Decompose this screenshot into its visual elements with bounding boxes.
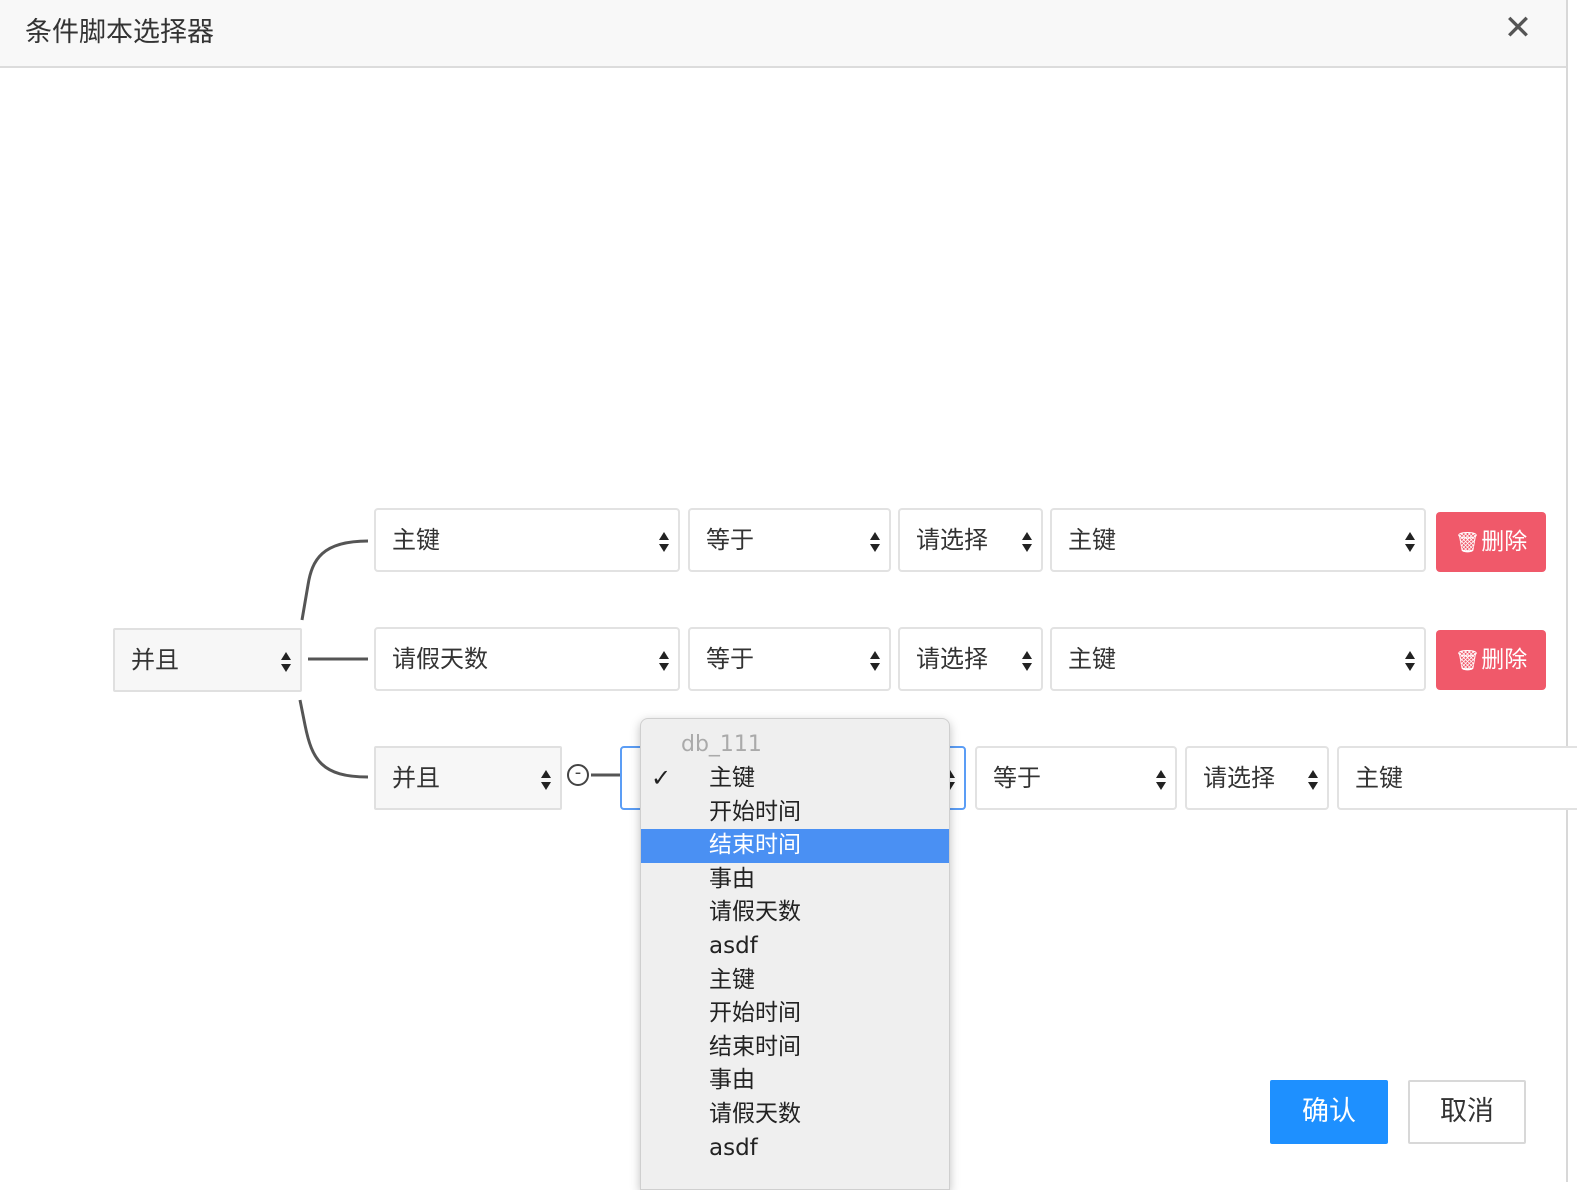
nested-operator-select[interactable]: 并且 — [374, 746, 562, 810]
nested-type-value: 请选择 — [1203, 764, 1275, 792]
nested-type-select[interactable]: 请选择 — [1185, 746, 1329, 810]
dropdown-option[interactable]: ✓ 主键 — [641, 762, 949, 796]
row2-op-value: 等于 — [706, 645, 754, 673]
dropdown-option-label: 事由 — [709, 1067, 755, 1094]
checkmark-icon: ✓ — [651, 764, 672, 792]
nested-operator-value: 并且 — [392, 764, 440, 792]
dropdown-option[interactable]: asdf — [641, 1132, 949, 1166]
nested-op-value: 等于 — [993, 764, 1041, 792]
row1-op-value: 等于 — [706, 526, 754, 554]
row2-delete-button[interactable]: 🗑删除 — [1436, 630, 1546, 690]
row1-value-value: 主键 — [1068, 526, 1116, 554]
dropdown-option-label: 结束时间 — [709, 1033, 801, 1060]
select-arrows-icon — [869, 649, 881, 673]
root-operator-value: 并且 — [131, 646, 179, 674]
row1-type-value: 请选择 — [916, 526, 988, 554]
dropdown-option[interactable]: 主键 — [641, 964, 949, 998]
select-arrows-icon — [1404, 649, 1416, 673]
row2-op-select[interactable]: 等于 — [688, 627, 891, 691]
row2-field-select[interactable]: 请假天数 — [374, 627, 680, 691]
dropdown-option[interactable]: 结束时间 — [641, 1031, 949, 1065]
row2-value-value: 主键 — [1068, 645, 1116, 673]
dropdown-option-label: 事由 — [709, 865, 755, 892]
dropdown-option[interactable]: 事由 — [641, 863, 949, 897]
dropdown-option-label: 请假天数 — [709, 1101, 801, 1127]
row2-field-value: 请假天数 — [392, 645, 488, 673]
dropdown-option[interactable]: 事由 — [641, 1064, 949, 1098]
row1-delete-label: 删除 — [1481, 529, 1528, 555]
select-arrows-icon — [540, 768, 552, 792]
row1-type-select[interactable]: 请选择 — [898, 508, 1043, 572]
nested-value-select[interactable]: 主键 — [1337, 746, 1577, 810]
dropdown-option[interactable]: 请假天数 — [641, 1098, 949, 1132]
row2-delete-label: 删除 — [1481, 647, 1528, 673]
dropdown-option-label: asdf — [709, 933, 758, 959]
row1-delete-button[interactable]: 🗑删除 — [1436, 512, 1546, 572]
cancel-button[interactable]: 取消 — [1408, 1080, 1526, 1144]
select-arrows-icon — [280, 650, 292, 674]
row2-type-value: 请选择 — [916, 645, 988, 673]
select-arrows-icon — [658, 530, 670, 554]
nested-op-select[interactable]: 等于 — [975, 746, 1177, 810]
dropdown-option-highlighted[interactable]: 结束时间 — [641, 829, 949, 863]
row1-field-select[interactable]: 主键 — [374, 508, 680, 572]
remove-group-glyph: - — [574, 762, 582, 783]
select-arrows-icon — [1021, 530, 1033, 554]
dropdown-option[interactable]: 开始时间 — [641, 997, 949, 1031]
dropdown-option-label: 主键 — [709, 765, 755, 791]
dropdown-option-label: 主键 — [709, 966, 755, 993]
dropdown-option-label: asdf — [709, 1134, 758, 1161]
trash-icon: 🗑 — [1454, 530, 1481, 554]
row1-op-select[interactable]: 等于 — [688, 508, 891, 572]
dropdown-group-label: db_111 — [681, 732, 762, 757]
dropdown-option-label: 请假天数 — [709, 899, 801, 926]
dropdown-option-label: 开始时间 — [709, 798, 801, 825]
dropdown-option-label: 开始时间 — [709, 1000, 801, 1027]
remove-group-icon[interactable]: - — [567, 764, 589, 786]
dropdown-option[interactable]: 请假天数 — [641, 896, 949, 930]
select-arrows-icon — [869, 530, 881, 554]
field-dropdown-list[interactable]: db_111 ✓ 主键 开始时间 结束时间 事由 请假天数 asdf 主键 开始时… — [640, 718, 950, 1190]
select-arrows-icon — [1404, 530, 1416, 554]
confirm-button[interactable]: 确认 — [1270, 1080, 1388, 1144]
row1-value-select[interactable]: 主键 — [1050, 508, 1426, 572]
dropdown-option-label: 结束时间 — [709, 832, 801, 859]
root-operator-select[interactable]: 并且 — [113, 628, 302, 692]
nested-value-value: 主键 — [1355, 764, 1403, 792]
select-arrows-icon — [1155, 768, 1167, 792]
row2-type-select[interactable]: 请选择 — [898, 627, 1043, 691]
select-arrows-icon — [1307, 768, 1319, 792]
trash-icon: 🗑 — [1454, 648, 1481, 672]
row2-value-select[interactable]: 主键 — [1050, 627, 1426, 691]
dropdown-option[interactable]: 开始时间 — [641, 796, 949, 830]
dropdown-option[interactable]: asdf — [641, 930, 949, 964]
row1-field-value: 主键 — [392, 526, 440, 554]
select-arrows-icon — [1021, 649, 1033, 673]
select-arrows-icon — [658, 649, 670, 673]
